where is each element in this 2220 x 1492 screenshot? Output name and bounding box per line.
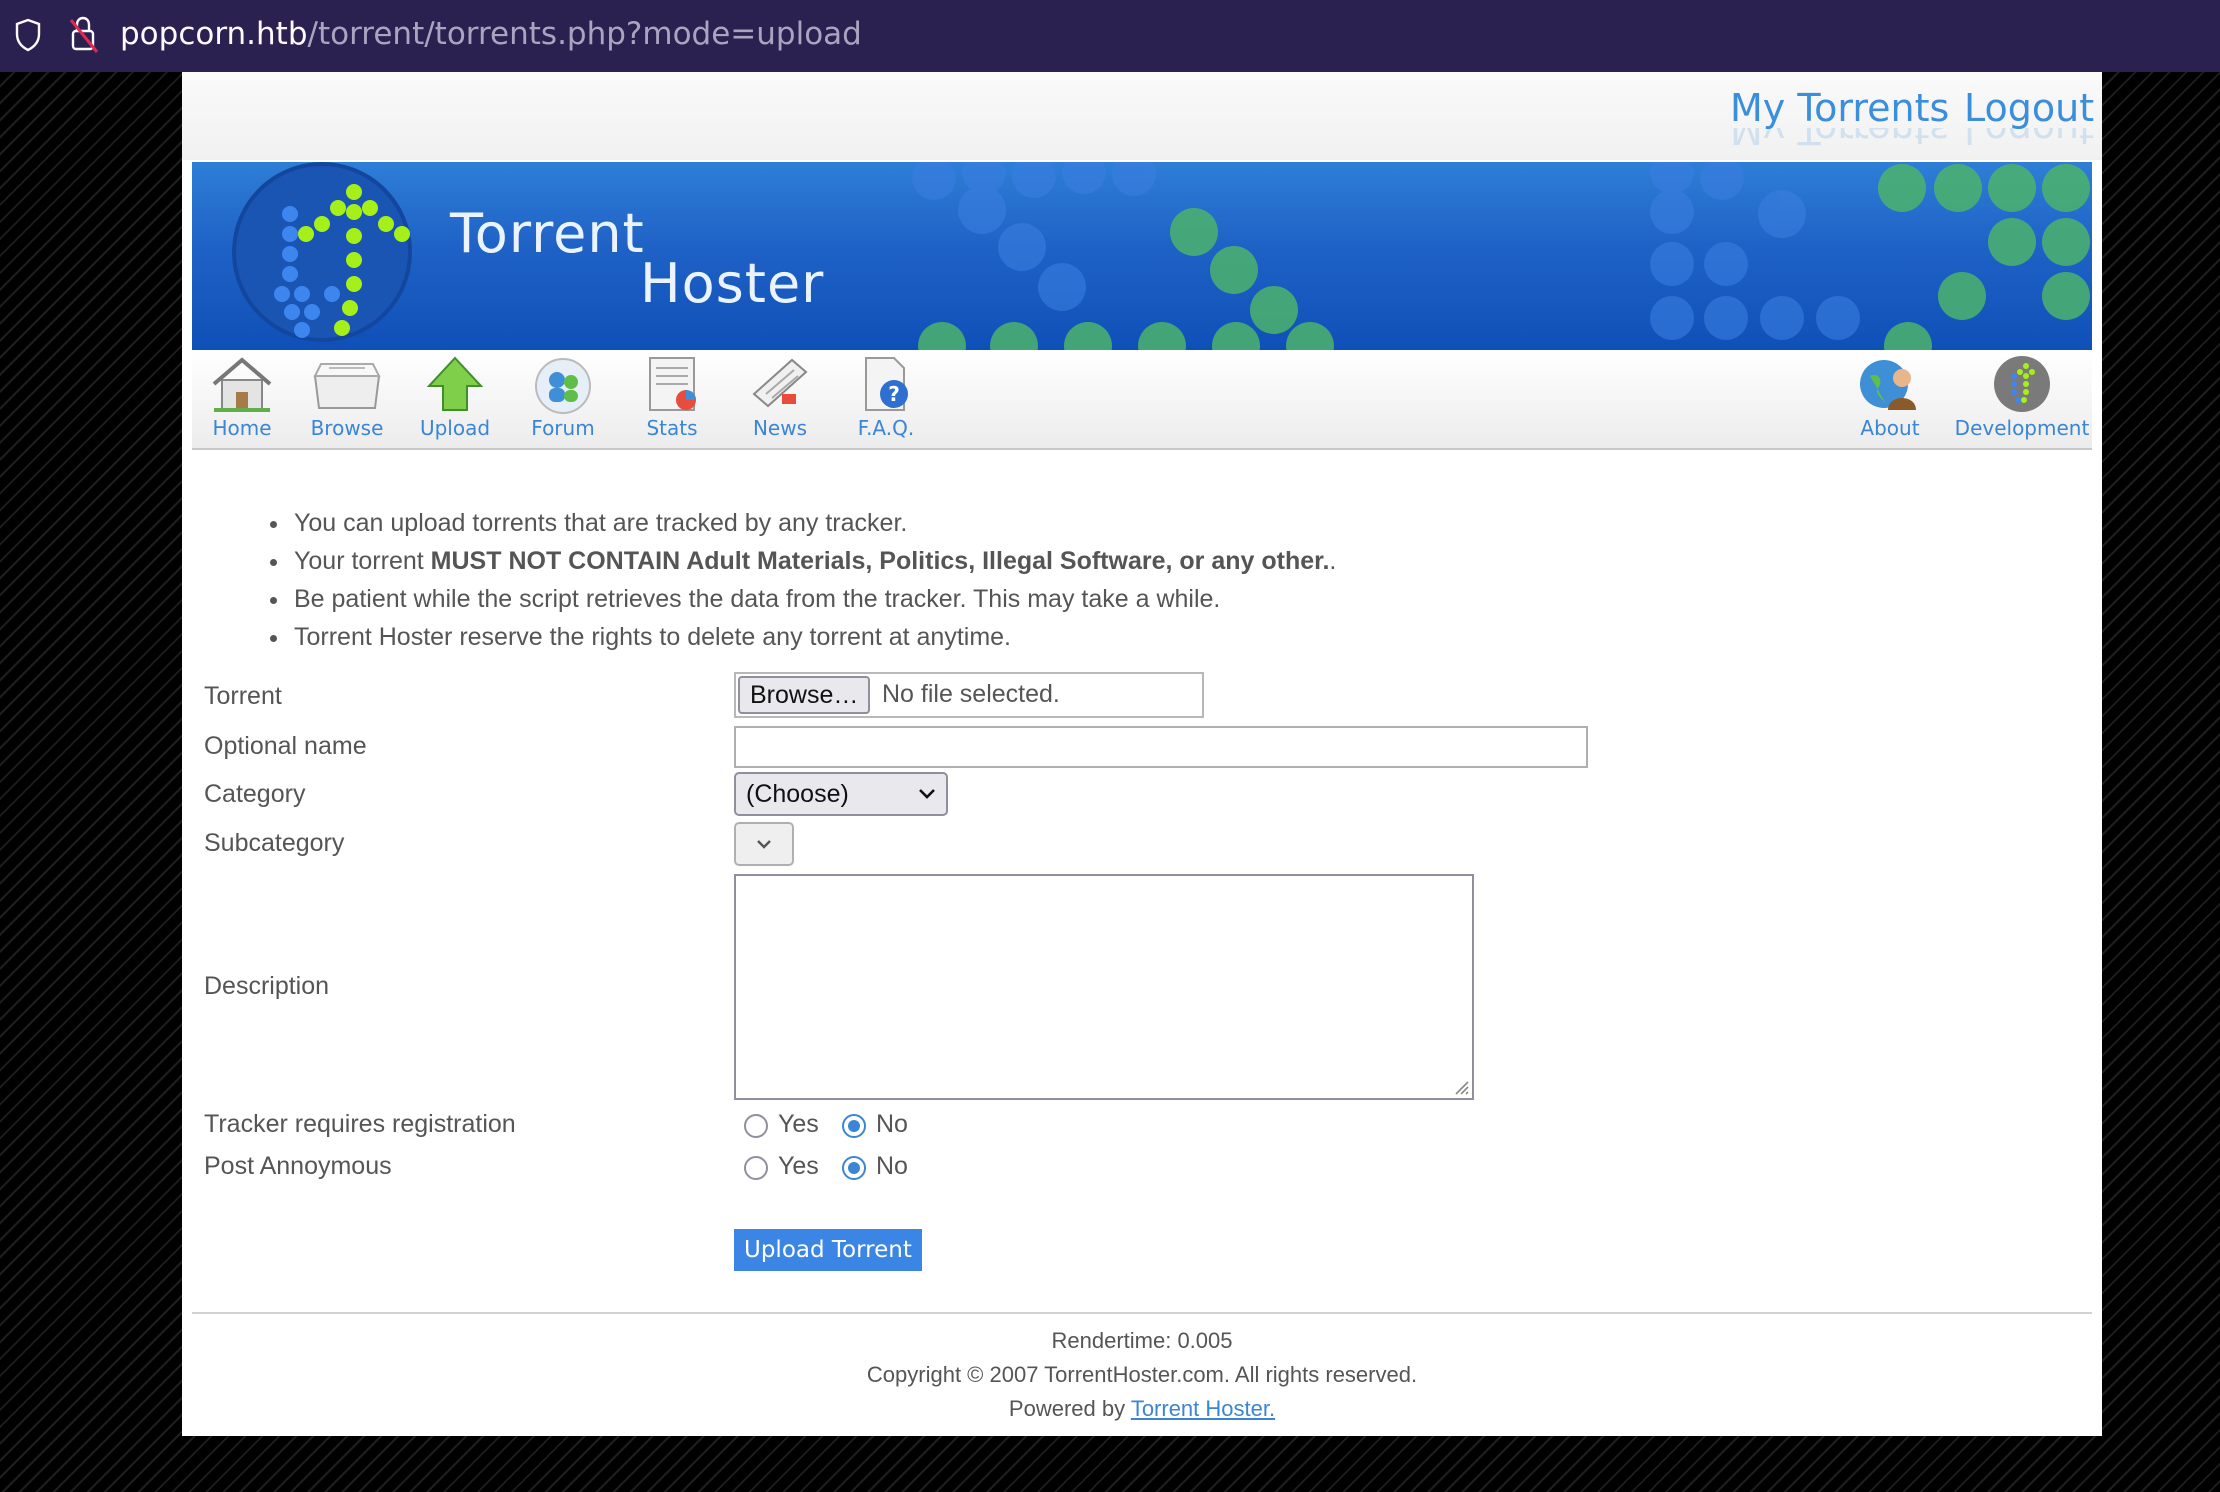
- file-status-text: No file selected.: [882, 680, 1060, 708]
- top-navigation: My Torrents My Torrents Logout Logout: [182, 72, 2102, 160]
- nav-faq-label: F.A.Q.: [857, 416, 915, 440]
- render-time: Rendertime: 0.005: [1051, 1328, 1233, 1353]
- nav-browse-label: Browse: [310, 416, 384, 440]
- description-textarea[interactable]: [734, 874, 1474, 1100]
- subcategory-label: Subcategory: [204, 829, 345, 857]
- rule-item: Be patient while the script retrieves th…: [269, 580, 1336, 618]
- category-select[interactable]: (Choose): [734, 772, 948, 816]
- category-selected-value: (Choose): [746, 780, 849, 808]
- url-host: popcorn.htb: [120, 16, 308, 52]
- logout-link[interactable]: Logout Logout: [1964, 86, 2095, 152]
- torrent-label: Torrent: [204, 682, 282, 710]
- url-text[interactable]: popcorn.htb/torrent/torrents.php?mode=up…: [120, 14, 862, 54]
- nav-news[interactable]: News: [740, 354, 820, 440]
- tracker-registration-label: Tracker requires registration: [204, 1110, 516, 1138]
- resize-handle-icon[interactable]: [1452, 1078, 1470, 1096]
- post-anonymous-label: Post Annoymous: [204, 1152, 392, 1180]
- about-icon: [1860, 360, 1916, 410]
- powered-by-prefix: Powered by: [1008, 1396, 1131, 1421]
- browser-url-bar[interactable]: popcorn.htb/torrent/torrents.php?mode=up…: [0, 0, 2220, 72]
- footer-divider: [192, 1312, 2092, 1314]
- icon-navigation: Home Browse Upload Forum Stats News ? F.…: [192, 350, 2092, 450]
- faq-icon: ?: [865, 357, 908, 411]
- nav-stats-label: Stats: [646, 416, 698, 440]
- banner-title-hoster: Hoster: [640, 252, 825, 315]
- nav-home[interactable]: Home: [204, 354, 280, 440]
- torrent-file-input[interactable]: Browse… No file selected.: [734, 672, 1204, 718]
- stats-icon: [649, 357, 696, 411]
- nav-home-label: Home: [212, 416, 272, 440]
- description-label: Description: [204, 972, 330, 1000]
- rule-text: Be patient while the script retrieves th…: [294, 585, 1221, 613]
- my-torrents-link[interactable]: My Torrents My Torrents: [1730, 86, 1950, 152]
- logout-label: Logout: [1964, 86, 2095, 130]
- tracker-registration-no-label: No: [876, 1110, 908, 1138]
- post-anonymous-no-radio[interactable]: [842, 1156, 866, 1180]
- site-banner: Torrent Hoster: [192, 162, 2092, 350]
- url-path: /torrent/torrents.php?mode=upload: [307, 16, 862, 52]
- powered-by: Powered by Torrent Hoster.: [182, 1396, 2102, 1422]
- my-torrents-reflection: My Torrents: [1730, 128, 1950, 152]
- nav-upload[interactable]: Upload: [412, 354, 498, 440]
- nav-development[interactable]: Development: [1954, 354, 2090, 440]
- nav-browse[interactable]: Browse: [302, 354, 392, 440]
- development-icon: [1994, 356, 2050, 412]
- optional-name-input[interactable]: [734, 726, 1588, 768]
- nav-development-label: Development: [1954, 416, 2090, 440]
- logout-reflection: Logout: [1964, 128, 2095, 152]
- nav-stats[interactable]: Stats: [632, 354, 712, 440]
- upload-rules-list: You can upload torrents that are tracked…: [269, 504, 1337, 656]
- rule-text: .: [1329, 547, 1337, 575]
- nav-forum[interactable]: Forum: [520, 354, 606, 440]
- my-torrents-label: My Torrents: [1730, 86, 1950, 130]
- page-container: My Torrents My Torrents Logout Logout To…: [182, 72, 2102, 1436]
- upload-arrow-icon: [426, 356, 484, 411]
- rule-emphasis: MUST NOT CONTAIN Adult Materials, Politi…: [430, 547, 1330, 575]
- post-anonymous-yes-radio[interactable]: [744, 1156, 768, 1180]
- rule-text: Your torrent: [294, 547, 431, 575]
- rule-item: You can upload torrents that are tracked…: [269, 504, 1336, 542]
- rule-text: You can upload torrents that are tracked…: [294, 509, 908, 537]
- browse-icon: [313, 363, 381, 409]
- shield-icon[interactable]: [14, 18, 42, 52]
- copyright-text: Copyright © 2007 TorrentHoster.com. All …: [866, 1362, 1418, 1387]
- post-anonymous-yes-label: Yes: [778, 1152, 819, 1180]
- chevron-down-icon: [757, 840, 771, 849]
- upload-torrent-button[interactable]: Upload Torrent: [734, 1229, 922, 1271]
- tracker-registration-yes-label: Yes: [778, 1110, 819, 1138]
- nav-forum-label: Forum: [531, 416, 595, 440]
- nav-faq[interactable]: ? F.A.Q.: [846, 354, 926, 440]
- forum-icon: [535, 358, 591, 414]
- rule-item: Your torrent MUST NOT CONTAIN Adult Mate…: [269, 542, 1337, 580]
- nav-about-label: About: [1860, 416, 1920, 440]
- nav-upload-label: Upload: [419, 416, 491, 440]
- insecure-lock-icon[interactable]: [68, 14, 100, 54]
- rule-text: Torrent Hoster reserve the rights to del…: [294, 623, 1012, 651]
- optional-name-label: Optional name: [204, 732, 367, 760]
- nav-about[interactable]: About: [1850, 354, 1930, 440]
- category-label: Category: [204, 780, 306, 808]
- browse-button[interactable]: Browse…: [738, 676, 871, 714]
- subcategory-select[interactable]: [734, 822, 794, 866]
- chevron-down-icon: [919, 789, 935, 799]
- news-icon: [752, 358, 808, 408]
- post-anonymous-no-label: No: [876, 1152, 908, 1180]
- svg-text:?: ?: [888, 382, 900, 406]
- torrent-hoster-link[interactable]: Torrent Hoster.: [1131, 1396, 1275, 1421]
- rule-item: Torrent Hoster reserve the rights to del…: [269, 618, 1336, 656]
- banner-title-torrent: Torrent: [450, 202, 645, 265]
- nav-news-label: News: [752, 416, 808, 440]
- home-icon: [212, 357, 272, 412]
- tracker-registration-no-radio[interactable]: [842, 1114, 866, 1138]
- tracker-registration-yes-radio[interactable]: [744, 1114, 768, 1138]
